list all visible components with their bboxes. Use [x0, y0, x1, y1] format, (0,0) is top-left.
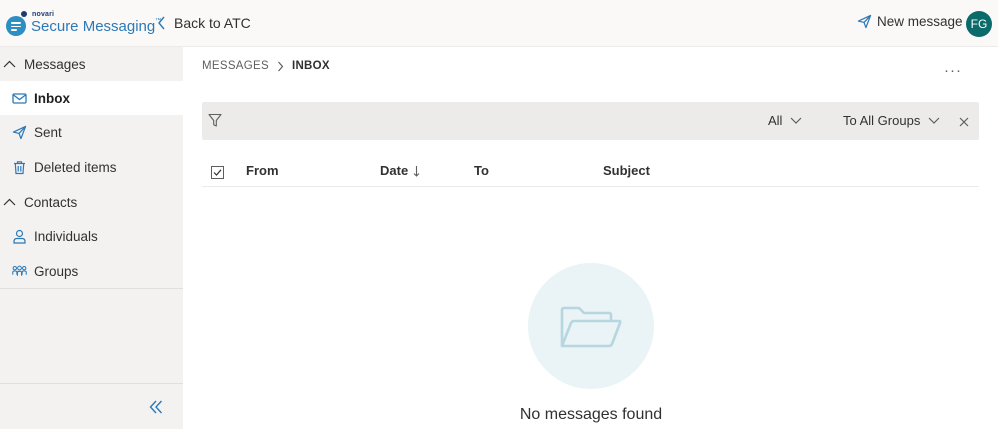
column-header-date[interactable]: Date: [380, 163, 420, 178]
group-filter-value: To All Groups: [843, 113, 921, 128]
chevron-down-icon: [928, 117, 940, 124]
send-icon: [12, 125, 27, 139]
empty-state-illustration: [528, 263, 654, 389]
filter-icon[interactable]: [208, 113, 222, 128]
people-group-icon: [12, 265, 27, 276]
double-chevron-left-icon[interactable]: [148, 399, 164, 415]
sidebar-item-sent-label: Sent: [34, 124, 62, 140]
sidebar-item-individuals[interactable]: Individuals: [0, 219, 183, 253]
empty-state-message: No messages found: [519, 406, 663, 423]
open-folder-icon: [560, 306, 622, 348]
sidebar-item-individuals-label: Individuals: [34, 228, 98, 244]
column-from-label: From: [246, 163, 279, 178]
breadcrumb: MESSAGES INBOX: [202, 60, 330, 72]
trash-icon: [14, 160, 25, 174]
user-avatar[interactable]: FG: [966, 11, 992, 37]
sidebar-item-inbox[interactable]: Inbox: [0, 81, 183, 115]
sidebar-item-sent[interactable]: Sent: [0, 115, 183, 149]
message-table-header: From Date To Subject: [202, 155, 979, 187]
logo-brand-small: novari: [32, 11, 55, 18]
logo-title-text: Secure Messaging: [31, 18, 156, 35]
more-options-button[interactable]: ···: [944, 62, 962, 79]
arrow-down-icon: [413, 165, 420, 177]
filter-bar: All To All Groups: [202, 102, 979, 140]
status-filter-dropdown[interactable]: All: [768, 113, 802, 128]
column-to-label: To: [474, 163, 489, 178]
close-icon[interactable]: [959, 117, 969, 127]
sidebar-divider-bottom: [0, 383, 183, 384]
sidebar-section-messages-label: Messages: [24, 56, 86, 72]
logo-mark-icon: [6, 16, 26, 36]
select-all-checkbox[interactable]: [211, 166, 224, 179]
send-icon: [857, 14, 872, 29]
chevron-down-icon: [791, 117, 802, 124]
sidebar-section-contacts-label: Contacts: [24, 194, 78, 210]
group-filter-dropdown[interactable]: To All Groups: [843, 113, 940, 128]
logo-title: Secure Messaging™: [31, 18, 161, 35]
status-filter-value: All: [768, 113, 783, 128]
logo-dot-icon: [21, 11, 27, 17]
person-icon: [13, 229, 26, 244]
sidebar-section-messages[interactable]: Messages: [0, 47, 183, 81]
column-subject-label: Subject: [603, 163, 650, 178]
column-header-to[interactable]: To: [474, 163, 489, 178]
chevron-right-icon: [278, 61, 284, 71]
breadcrumb-messages[interactable]: MESSAGES: [202, 60, 269, 72]
app-logo[interactable]: novari Secure Messaging™: [6, 10, 161, 40]
sidebar-item-groups[interactable]: Groups: [0, 254, 183, 288]
sidebar-item-deleted[interactable]: Deleted items: [0, 150, 183, 184]
sidebar-divider: [0, 288, 183, 289]
sidebar-item-groups-label: Groups: [34, 263, 79, 279]
sidebar-item-deleted-label: Deleted items: [34, 159, 117, 175]
sidebar: Messages Inbox Sent Deleted items Contac…: [0, 47, 183, 429]
column-header-subject[interactable]: Subject: [603, 163, 650, 178]
new-message-label: New message: [877, 14, 963, 29]
sidebar-item-inbox-label: Inbox: [34, 90, 70, 106]
sidebar-section-contacts[interactable]: Contacts: [0, 185, 183, 219]
chevron-left-icon: [158, 16, 165, 30]
column-header-from[interactable]: From: [246, 163, 279, 178]
back-link-label: Back to ATC: [174, 15, 251, 31]
chevron-up-icon: [3, 198, 16, 206]
app-header: novari Secure Messaging™ Back to ATC New…: [0, 0, 998, 47]
column-date-label: Date: [380, 163, 409, 178]
back-to-atc-link[interactable]: Back to ATC: [157, 15, 251, 31]
breadcrumb-inbox: INBOX: [291, 60, 330, 72]
chevron-up-icon: [3, 60, 16, 68]
mail-icon: [12, 92, 27, 104]
new-message-button[interactable]: New message: [857, 14, 963, 29]
